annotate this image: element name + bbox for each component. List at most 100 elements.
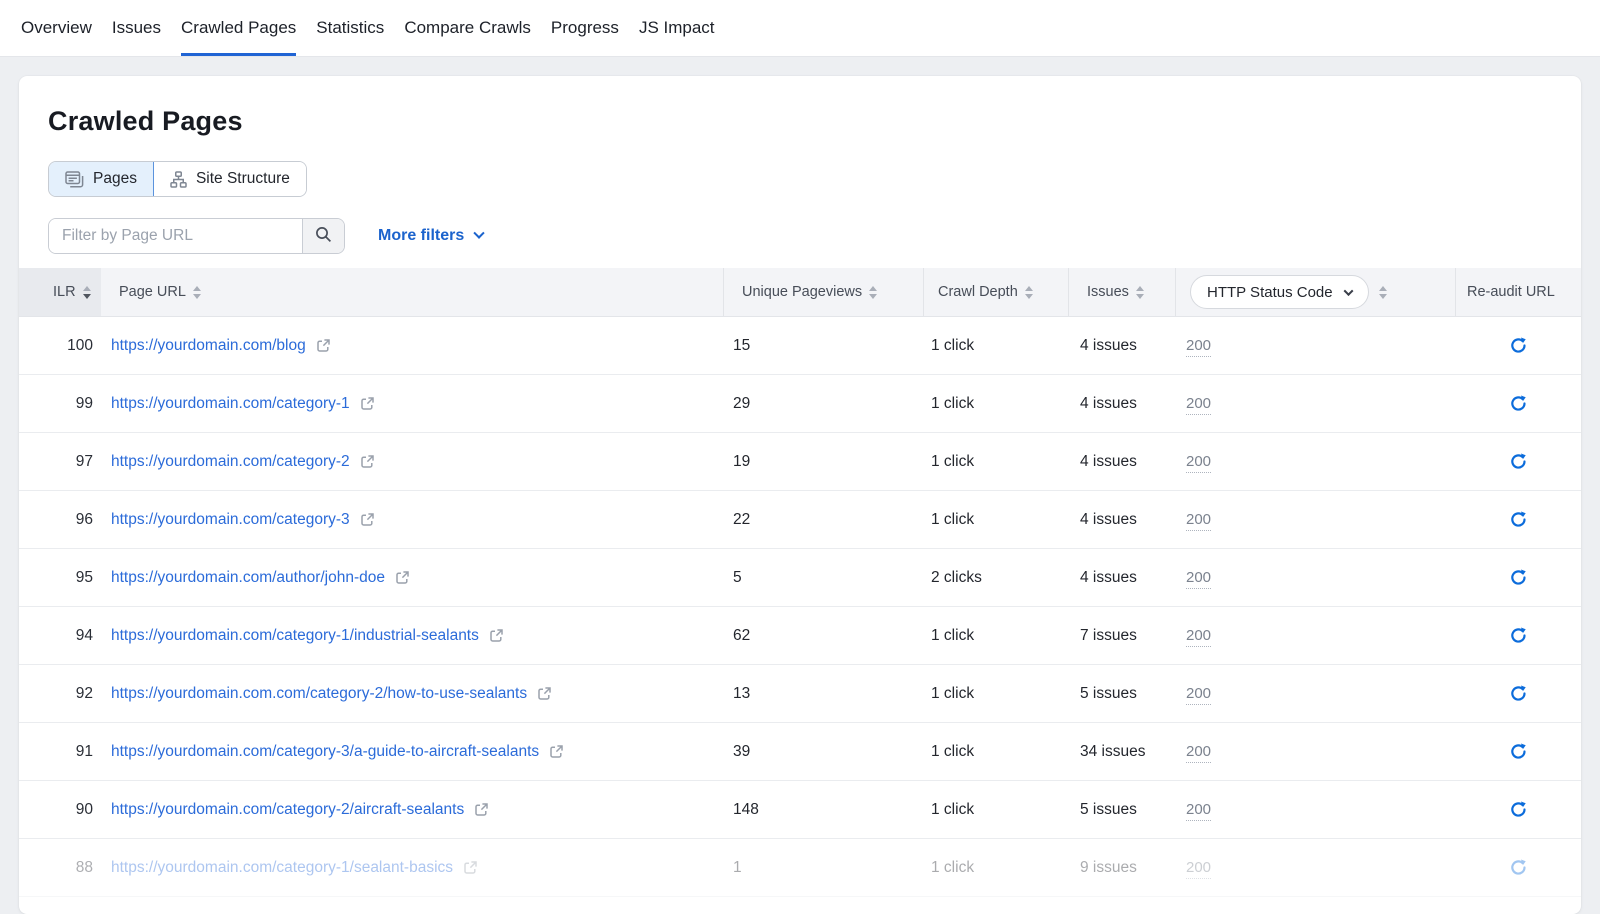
cell-re-audit xyxy=(1455,626,1581,645)
external-link-icon[interactable] xyxy=(549,744,564,759)
refresh-icon[interactable] xyxy=(1509,742,1528,761)
external-link-icon[interactable] xyxy=(360,454,375,469)
more-filters-button[interactable]: More filters xyxy=(378,227,483,245)
sort-arrows-icon[interactable] xyxy=(1379,286,1387,299)
cell-crawl-depth: 1 click xyxy=(923,453,1068,471)
cell-issues[interactable]: 4 issues xyxy=(1068,337,1175,355)
cell-page-url: https://yourdomain.com.com/category-2/ho… xyxy=(101,685,723,703)
cell-crawl-depth: 2 clicks xyxy=(923,569,1068,587)
external-link-icon[interactable] xyxy=(360,396,375,411)
tab-js-impact[interactable]: JS Impact xyxy=(639,0,715,56)
page-url-link[interactable]: https://yourdomain.com.com/category-2/ho… xyxy=(111,685,527,703)
url-filter-input[interactable] xyxy=(49,219,302,253)
http-status-value[interactable]: 200 xyxy=(1186,627,1211,647)
cell-page-url: https://yourdomain.com/category-1 xyxy=(101,395,723,413)
page-url-link[interactable]: https://yourdomain.com/category-1 xyxy=(111,395,350,413)
http-status-value[interactable]: 200 xyxy=(1186,453,1211,473)
cell-crawl-depth: 1 click xyxy=(923,511,1068,529)
ilr-value: 92 xyxy=(76,685,93,702)
cell-unique-pageviews: 22 xyxy=(723,511,923,529)
refresh-icon[interactable] xyxy=(1509,800,1528,819)
tab-crawled-pages[interactable]: Crawled Pages xyxy=(181,0,296,56)
external-link-icon[interactable] xyxy=(537,686,552,701)
external-link-icon[interactable] xyxy=(395,570,410,585)
search-icon xyxy=(315,226,332,246)
cell-issues[interactable]: 5 issues xyxy=(1068,801,1175,819)
external-link-icon[interactable] xyxy=(360,512,375,527)
column-header-issues[interactable]: Issues xyxy=(1068,268,1175,316)
column-header-http-status-code: HTTP Status Code xyxy=(1175,268,1455,316)
refresh-icon[interactable] xyxy=(1509,510,1528,529)
cell-ilr: 88 xyxy=(19,859,101,877)
cell-issues[interactable]: 4 issues xyxy=(1068,395,1175,413)
page-url-link[interactable]: https://yourdomain.com/category-2/aircra… xyxy=(111,801,464,819)
http-status-value[interactable]: 200 xyxy=(1186,511,1211,531)
refresh-icon[interactable] xyxy=(1509,568,1528,587)
external-link-icon[interactable] xyxy=(489,628,504,643)
cell-issues[interactable]: 4 issues xyxy=(1068,569,1175,587)
refresh-icon[interactable] xyxy=(1509,684,1528,703)
http-status-value[interactable]: 200 xyxy=(1186,569,1211,589)
refresh-icon[interactable] xyxy=(1509,626,1528,645)
cell-issues[interactable]: 4 issues xyxy=(1068,511,1175,529)
cell-http-status: 200 xyxy=(1175,511,1455,529)
cell-crawl-depth: 1 click xyxy=(923,801,1068,819)
http-status-value[interactable]: 200 xyxy=(1186,859,1211,879)
column-label-ilr: ILR xyxy=(53,284,76,300)
column-header-page-url[interactable]: Page URL xyxy=(101,268,723,316)
http-status-code-filter-dropdown[interactable]: HTTP Status Code xyxy=(1190,275,1369,309)
tab-statistics[interactable]: Statistics xyxy=(316,0,384,56)
tab-compare-crawls[interactable]: Compare Crawls xyxy=(404,0,531,56)
column-header-ilr[interactable]: ILR xyxy=(19,268,101,316)
crawled-pages-panel: Crawled Pages Pages xyxy=(19,76,1581,914)
ilr-value: 88 xyxy=(76,859,93,876)
cell-issues[interactable]: 9 issues xyxy=(1068,859,1175,877)
nav-tab-label: Overview xyxy=(21,18,92,38)
cell-ilr: 91 xyxy=(19,743,101,761)
cell-unique-pageviews: 13 xyxy=(723,685,923,703)
column-header-unique-pageviews[interactable]: Unique Pageviews xyxy=(723,268,923,316)
page-url-link[interactable]: https://yourdomain.com/category-3/a-guid… xyxy=(111,743,539,761)
external-link-icon[interactable] xyxy=(316,338,331,353)
sort-arrows-icon xyxy=(1025,286,1033,299)
cell-issues[interactable]: 7 issues xyxy=(1068,627,1175,645)
refresh-icon[interactable] xyxy=(1509,394,1528,413)
toggle-pages[interactable]: Pages xyxy=(49,162,154,196)
http-status-value[interactable]: 200 xyxy=(1186,743,1211,763)
refresh-icon[interactable] xyxy=(1509,336,1528,355)
external-link-icon[interactable] xyxy=(474,802,489,817)
page-url-link[interactable]: https://yourdomain.com/category-1/sealan… xyxy=(111,859,453,877)
more-filters-label: More filters xyxy=(378,227,464,245)
cell-http-status: 200 xyxy=(1175,743,1455,761)
column-label-crawl-depth: Crawl Depth xyxy=(938,284,1018,300)
toggle-site-structure[interactable]: Site Structure xyxy=(154,162,306,196)
tab-issues[interactable]: Issues xyxy=(112,0,161,56)
search-button[interactable] xyxy=(302,219,344,253)
page-url-link[interactable]: https://yourdomain.com/category-1/indust… xyxy=(111,627,479,645)
cell-issues[interactable]: 34 issues xyxy=(1068,743,1175,761)
external-link-icon[interactable] xyxy=(463,860,478,875)
column-header-crawl-depth[interactable]: Crawl Depth xyxy=(923,268,1068,316)
http-status-value[interactable]: 200 xyxy=(1186,685,1211,705)
tab-progress[interactable]: Progress xyxy=(551,0,619,56)
page-url-link[interactable]: https://yourdomain.com/category-2 xyxy=(111,453,350,471)
cell-http-status: 200 xyxy=(1175,453,1455,471)
table-row: 97 https://yourdomain.com/category-2 19 … xyxy=(19,433,1581,491)
cell-ilr: 94 xyxy=(19,627,101,645)
browser-window-icon xyxy=(65,171,84,188)
ilr-value: 91 xyxy=(76,743,93,760)
refresh-icon[interactable] xyxy=(1509,858,1528,877)
ilr-value: 96 xyxy=(76,511,93,528)
cell-issues[interactable]: 5 issues xyxy=(1068,685,1175,703)
http-status-value[interactable]: 200 xyxy=(1186,801,1211,821)
tab-overview[interactable]: Overview xyxy=(21,0,92,56)
cell-page-url: https://yourdomain.com/category-3/a-guid… xyxy=(101,743,723,761)
refresh-icon[interactable] xyxy=(1509,452,1528,471)
http-status-value[interactable]: 200 xyxy=(1186,337,1211,357)
http-status-value[interactable]: 200 xyxy=(1186,395,1211,415)
page-url-link[interactable]: https://yourdomain.com/category-3 xyxy=(111,511,350,529)
page-url-link[interactable]: https://yourdomain.com/author/john-doe xyxy=(111,569,385,587)
table-body: 100 https://yourdomain.com/blog 15 1 cli… xyxy=(19,317,1581,897)
cell-issues[interactable]: 4 issues xyxy=(1068,453,1175,471)
page-url-link[interactable]: https://yourdomain.com/blog xyxy=(111,337,306,355)
